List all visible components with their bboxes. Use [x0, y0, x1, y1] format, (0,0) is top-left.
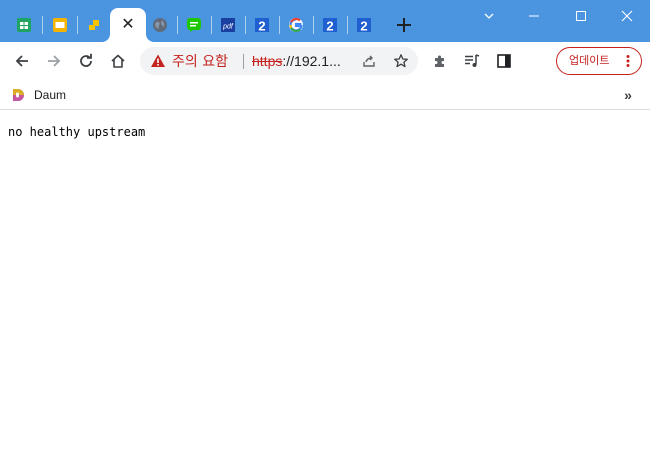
close-icon[interactable]: ✕ [121, 17, 134, 33]
url-text[interactable]: https://192.1... [252, 47, 341, 75]
slides-icon [53, 18, 67, 32]
chevron-double-right-icon: » [624, 87, 632, 103]
bookmarks-bar: Daum » [0, 80, 650, 110]
tab-strip: ✕ pdf 2 2 2 [0, 0, 650, 42]
home-button[interactable] [105, 48, 131, 74]
share-icon [363, 55, 375, 67]
yellow-squares-icon [89, 20, 99, 30]
tab-chat[interactable] [178, 8, 210, 42]
media-control-button[interactable] [459, 48, 485, 74]
tab-pdf[interactable]: pdf [212, 8, 244, 42]
tab-two-1[interactable]: 2 [246, 8, 278, 42]
puzzle-icon [435, 55, 444, 67]
security-warning-label: 주의 요함 [172, 54, 228, 70]
reload-button[interactable] [73, 48, 99, 74]
warning-icon [151, 54, 165, 67]
more-vert-icon [626, 55, 630, 67]
number-two-icon: 2 [323, 18, 337, 34]
side-panel-icon [497, 54, 511, 68]
svg-text:2: 2 [326, 19, 333, 34]
window-close-button[interactable] [604, 6, 650, 26]
url-scheme: https [252, 53, 283, 69]
extensions-button[interactable] [427, 48, 453, 74]
svg-text:2: 2 [360, 19, 367, 34]
star-icon [394, 54, 408, 68]
pdf-icon: pdf [221, 18, 235, 32]
google-icon [289, 17, 303, 33]
forward-button[interactable] [41, 48, 67, 74]
number-two-icon: 2 [255, 18, 269, 34]
address-separator [243, 54, 244, 69]
minimize-icon [529, 15, 539, 17]
tab-sheets[interactable] [8, 8, 40, 42]
tab-two-2[interactable]: 2 [314, 8, 346, 42]
arrow-right-icon [48, 55, 61, 67]
chevron-down-icon [484, 13, 494, 19]
browser-toolbar: 주의 요함 https://192.1... 업데이트 [0, 42, 650, 80]
arrow-left-icon [15, 55, 28, 67]
tab-active[interactable]: ✕ [110, 8, 146, 42]
page-body-text: no healthy upstream [8, 125, 146, 139]
security-chip[interactable]: 주의 요함 [150, 47, 228, 75]
tab-google[interactable] [280, 8, 312, 42]
daum-icon [13, 89, 24, 101]
close-icon [621, 10, 633, 22]
bookmark-label: Daum [34, 88, 67, 102]
reload-icon [80, 53, 92, 67]
url-host: ://192.1... [282, 53, 341, 69]
maximize-button[interactable] [558, 6, 604, 26]
home-icon [111, 54, 125, 68]
tab-globe[interactable] [144, 8, 176, 42]
chat-icon [187, 18, 201, 32]
bookmark-star-button[interactable] [388, 48, 414, 74]
update-label: 업데이트 [569, 54, 610, 67]
bookmarks-overflow-button[interactable]: » [618, 84, 638, 106]
tab-two-3[interactable]: 2 [348, 8, 380, 42]
tab-separator [42, 16, 43, 34]
bookmark-daum[interactable]: Daum [10, 84, 66, 106]
svg-text:2: 2 [258, 19, 265, 34]
maximize-icon [576, 11, 586, 21]
minimize-button[interactable] [511, 6, 557, 26]
plus-icon [397, 18, 411, 32]
new-tab-button[interactable] [392, 13, 416, 37]
update-button[interactable]: 업데이트 [556, 47, 642, 75]
side-panel-button[interactable] [491, 48, 517, 74]
share-button[interactable] [356, 48, 382, 74]
back-button[interactable] [9, 48, 35, 74]
svg-text:pdf: pdf [222, 24, 234, 31]
number-two-icon: 2 [357, 18, 371, 34]
globe-icon [153, 18, 167, 32]
tab-slides[interactable] [44, 8, 76, 42]
playlist-icon [465, 54, 480, 67]
sheets-icon [17, 18, 31, 32]
page-content: no healthy upstream [0, 111, 650, 476]
tab-search-button[interactable] [466, 6, 512, 26]
address-bar[interactable]: 주의 요함 https://192.1... [140, 47, 418, 75]
